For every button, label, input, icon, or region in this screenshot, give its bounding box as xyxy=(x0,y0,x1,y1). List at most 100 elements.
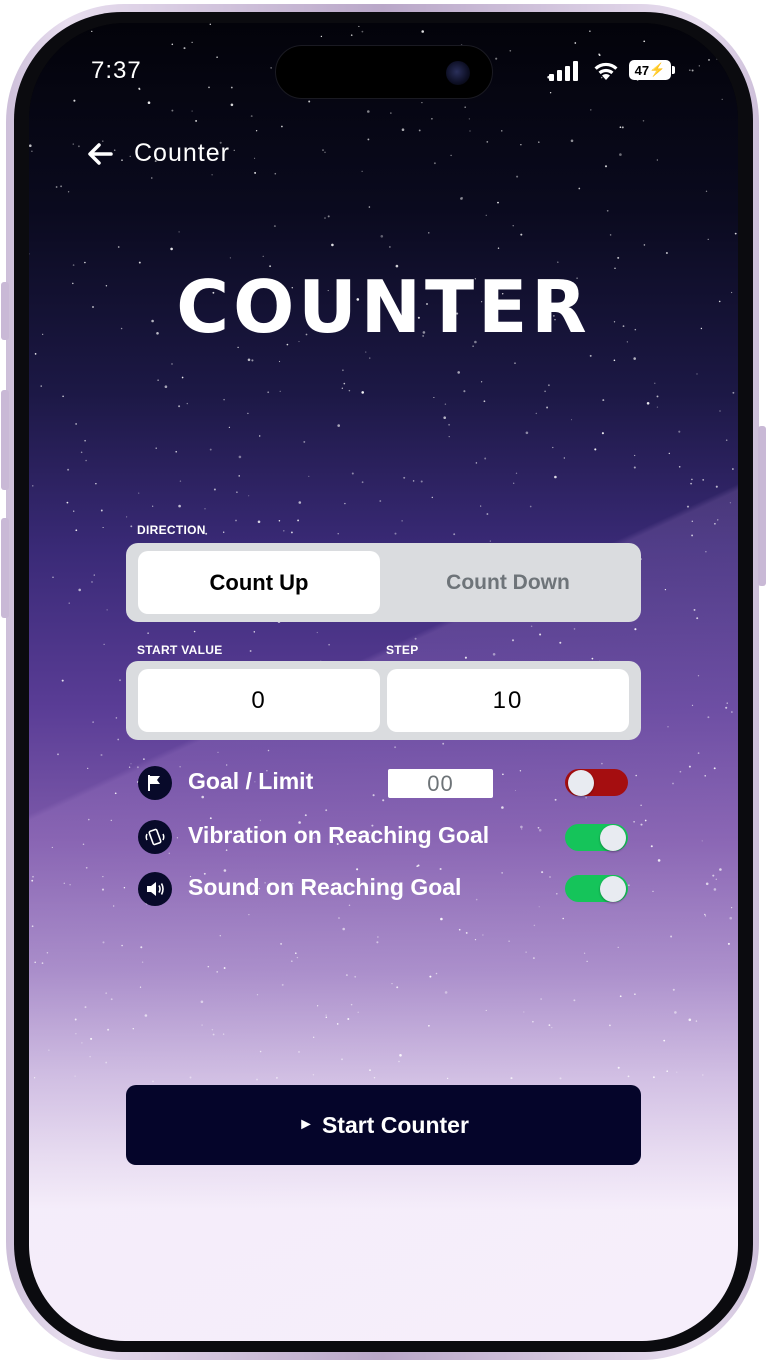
star xyxy=(412,480,415,482)
star xyxy=(719,868,722,871)
goal-limit-input[interactable]: 00 xyxy=(388,769,493,798)
star xyxy=(573,628,576,630)
start-counter-button[interactable]: ► Start Counter xyxy=(126,1085,641,1165)
star xyxy=(688,69,691,72)
star xyxy=(312,1074,315,1076)
star xyxy=(117,738,120,741)
star xyxy=(216,971,219,973)
star xyxy=(325,809,328,812)
star xyxy=(155,447,157,449)
star xyxy=(627,1075,630,1078)
star xyxy=(691,534,694,537)
star xyxy=(119,679,121,682)
star xyxy=(485,214,487,216)
star xyxy=(337,533,339,535)
back-arrow-icon[interactable] xyxy=(85,139,115,169)
star xyxy=(530,625,533,627)
star xyxy=(703,913,706,916)
sound-toggle[interactable] xyxy=(565,875,628,902)
star xyxy=(361,30,364,33)
star xyxy=(49,47,51,49)
star xyxy=(589,30,591,32)
star xyxy=(320,35,323,38)
star xyxy=(380,235,384,238)
star xyxy=(548,1024,551,1026)
star xyxy=(46,951,49,954)
star xyxy=(130,763,132,765)
star xyxy=(93,574,95,576)
star xyxy=(138,261,141,264)
toggle-knob xyxy=(568,770,594,796)
start-value-input[interactable]: 0 xyxy=(138,669,380,732)
star xyxy=(656,159,658,161)
vibration-toggle[interactable] xyxy=(565,824,628,851)
star xyxy=(228,426,231,429)
charging-bolt-icon: ⚡ xyxy=(649,62,666,77)
star xyxy=(520,825,523,829)
star xyxy=(254,171,257,174)
star xyxy=(724,61,726,63)
star xyxy=(382,799,385,802)
star xyxy=(475,898,478,901)
star xyxy=(693,608,696,611)
star xyxy=(223,869,227,872)
star xyxy=(270,67,272,69)
star xyxy=(350,34,353,36)
star xyxy=(657,859,661,862)
star xyxy=(377,936,379,938)
speaker-icon xyxy=(138,872,172,906)
star xyxy=(73,99,76,102)
star xyxy=(249,650,252,652)
star xyxy=(525,951,527,953)
count-down-option[interactable]: Count Down xyxy=(382,551,634,614)
star xyxy=(341,1058,343,1061)
star xyxy=(258,435,261,437)
star xyxy=(113,905,115,907)
star xyxy=(151,177,153,179)
star xyxy=(325,1014,327,1016)
star xyxy=(348,904,351,907)
star xyxy=(676,1071,678,1073)
star xyxy=(281,125,283,128)
star xyxy=(725,706,728,709)
star xyxy=(642,120,645,122)
star xyxy=(601,762,603,765)
star xyxy=(178,504,181,508)
star xyxy=(193,630,196,633)
star xyxy=(60,185,63,188)
star xyxy=(702,479,705,481)
header-title: Counter xyxy=(134,139,230,167)
star xyxy=(482,934,484,936)
star xyxy=(696,617,699,620)
star xyxy=(585,796,588,799)
star xyxy=(85,459,87,462)
star xyxy=(164,385,168,389)
star xyxy=(121,944,123,947)
star xyxy=(464,106,466,108)
dynamic-island xyxy=(275,45,493,99)
star xyxy=(691,520,694,523)
star xyxy=(367,110,370,113)
star xyxy=(444,991,448,994)
star xyxy=(732,468,734,470)
star xyxy=(401,128,405,131)
star xyxy=(95,483,97,485)
star xyxy=(483,400,486,403)
star xyxy=(714,522,716,525)
star xyxy=(540,998,542,1000)
step-input[interactable]: 10 xyxy=(387,669,629,732)
goal-limit-toggle[interactable] xyxy=(565,769,628,796)
star xyxy=(559,1077,562,1080)
star xyxy=(670,935,673,938)
star xyxy=(373,1076,376,1079)
star xyxy=(254,157,256,159)
star xyxy=(68,602,70,604)
star xyxy=(484,457,487,460)
star xyxy=(509,49,512,52)
star xyxy=(501,806,504,809)
star xyxy=(223,531,225,533)
count-up-option[interactable]: Count Up xyxy=(138,551,380,614)
star xyxy=(480,381,483,383)
star xyxy=(102,941,105,944)
star xyxy=(283,530,285,532)
